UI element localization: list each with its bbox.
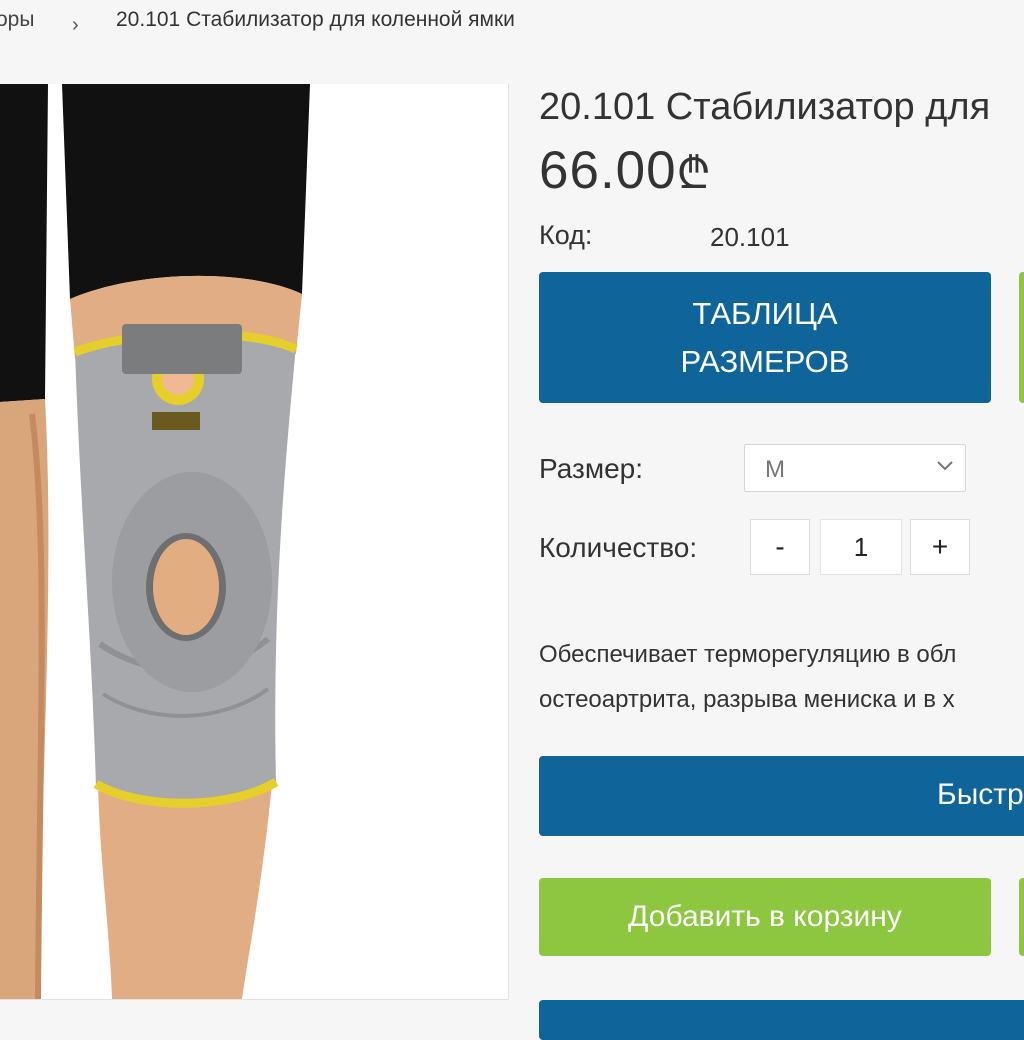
breadcrumb-item-previous[interactable]: оры <box>0 8 34 32</box>
bottom-action-button[interactable] <box>539 1000 1024 1040</box>
breadcrumb-item-current: 20.101 Стабилизатор для коленной ямки <box>116 8 515 31</box>
quantity-increase-button[interactable]: + <box>910 519 970 575</box>
product-code-label: Код: <box>539 220 593 250</box>
knee-brace-illustration <box>0 84 310 999</box>
product-description: Обеспечивает терморегуляцию в обл остеоа… <box>539 632 956 722</box>
size-table-button-label: ТАБЛИЦА РАЗМЕРОВ <box>680 295 850 379</box>
size-select-value: M <box>765 456 785 483</box>
product-code-value: 20.101 <box>710 222 790 252</box>
add-to-cart-button[interactable]: Добавить в корзину <box>539 878 991 956</box>
quick-order-button[interactable]: Быстр <box>539 756 1024 836</box>
chevron-down-icon <box>937 461 953 471</box>
secondary-green-button-edge[interactable] <box>1019 272 1024 403</box>
size-select[interactable]: M <box>744 444 966 492</box>
size-table-button[interactable]: ТАБЛИЦА РАЗМЕРОВ <box>539 272 991 403</box>
product-title: 20.101 Стабилизатор для <box>539 86 991 128</box>
quantity-input[interactable]: 1 <box>820 519 902 575</box>
secondary-green-button-edge[interactable] <box>1019 878 1024 956</box>
product-image[interactable] <box>0 84 509 1000</box>
quick-order-button-label: Быстр <box>937 778 1024 811</box>
currency-symbol: ₾ <box>676 149 712 198</box>
quantity-decrease-button[interactable]: - <box>750 519 810 575</box>
size-label: Размер: <box>539 453 644 484</box>
product-price: 66.00₾ <box>539 140 712 201</box>
quantity-label: Количество: <box>539 532 698 563</box>
description-line: остеоартрита, разрыва мениска и в х <box>539 686 955 713</box>
description-line: Обеспечивает терморегуляцию в обл <box>539 641 957 668</box>
price-amount: 66.00 <box>539 141 677 200</box>
chevron-right-icon: › <box>72 14 79 36</box>
